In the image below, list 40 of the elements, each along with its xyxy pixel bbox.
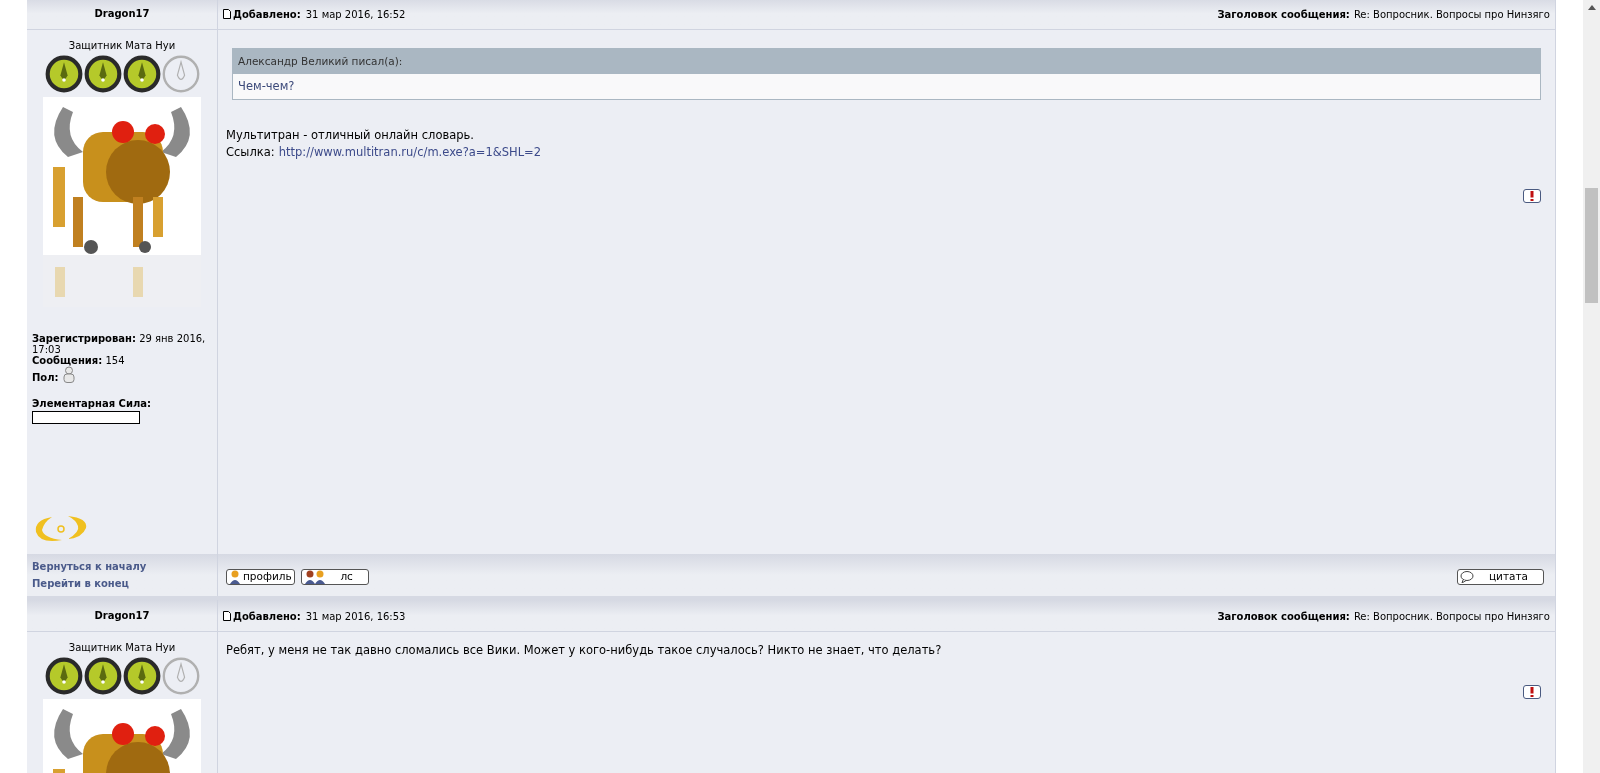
power-label: Элементарная Сила: bbox=[32, 397, 152, 411]
nav-link[interactable]: Вернуться к началу bbox=[32, 559, 212, 574]
subject-label: Заголовок сообщения: bbox=[1217, 7, 1350, 22]
subject-label: Заголовок сообщения: bbox=[1217, 609, 1350, 624]
person-silhouette-icon bbox=[62, 366, 75, 383]
scrollbar-thumb[interactable] bbox=[1585, 188, 1598, 303]
rank-title: Защитник Мата Нуи bbox=[67, 39, 177, 53]
profile-field: Сообщения: 154 bbox=[32, 355, 125, 366]
scroll-up-icon bbox=[1587, 5, 1596, 10]
profile-action-button[interactable]: лс bbox=[300, 569, 369, 585]
person-icon bbox=[229, 570, 241, 584]
profile-label: Пол: bbox=[32, 372, 59, 383]
link-label: Ссылка: bbox=[226, 144, 275, 161]
post-link[interactable]: http://www.multitran.ru/c/m.exe?a=1&SHL=2 bbox=[278, 144, 542, 161]
subject-text: Re: Вопросник. Вопросы про Нинзяго bbox=[1353, 7, 1550, 22]
speech-bubble-icon bbox=[1460, 571, 1474, 583]
report-button[interactable] bbox=[1523, 685, 1541, 699]
profile-action-button[interactable]: профиль bbox=[226, 569, 295, 585]
quote-author: Александр Великий писал(а): bbox=[238, 55, 403, 67]
nav-link[interactable]: Перейти в конец bbox=[32, 576, 212, 591]
quote-text: Чем-чем? bbox=[238, 79, 295, 93]
posted-label: Добавлено: bbox=[233, 7, 301, 22]
document-icon bbox=[223, 611, 231, 621]
exclamation-icon bbox=[1530, 687, 1534, 697]
subject-text: Re: Вопросник. Вопросы про Нинзяго bbox=[1353, 609, 1550, 624]
profile-field: Зарегистрирован: 29 янв 2016, 17:03 bbox=[32, 333, 212, 355]
posted-date: 31 мар 2016, 16:52 bbox=[305, 7, 406, 22]
post-text: Ребят, у меня не так давно сломались все Вики. Может у кого-нибудь такое случалось? Никто не знает, что делать? bbox=[226, 642, 943, 659]
posted-date: 31 мар 2016, 16:53 bbox=[305, 609, 406, 624]
report-button[interactable] bbox=[1523, 189, 1541, 203]
two-people-icon bbox=[303, 570, 326, 584]
author-name[interactable]: Dragon17 bbox=[94, 608, 150, 623]
scrollbar[interactable] bbox=[1583, 0, 1600, 773]
posted-label: Добавлено: bbox=[233, 609, 301, 624]
rank-title: Защитник Мата Нуи bbox=[67, 641, 177, 655]
quote-button[interactable]: цитата bbox=[1457, 569, 1544, 585]
exclamation-icon bbox=[1530, 191, 1534, 201]
post-text: Мультитран - отличный онлайн словарь. bbox=[226, 127, 475, 144]
author-name[interactable]: Dragon17 bbox=[94, 6, 150, 21]
document-icon bbox=[223, 9, 231, 19]
